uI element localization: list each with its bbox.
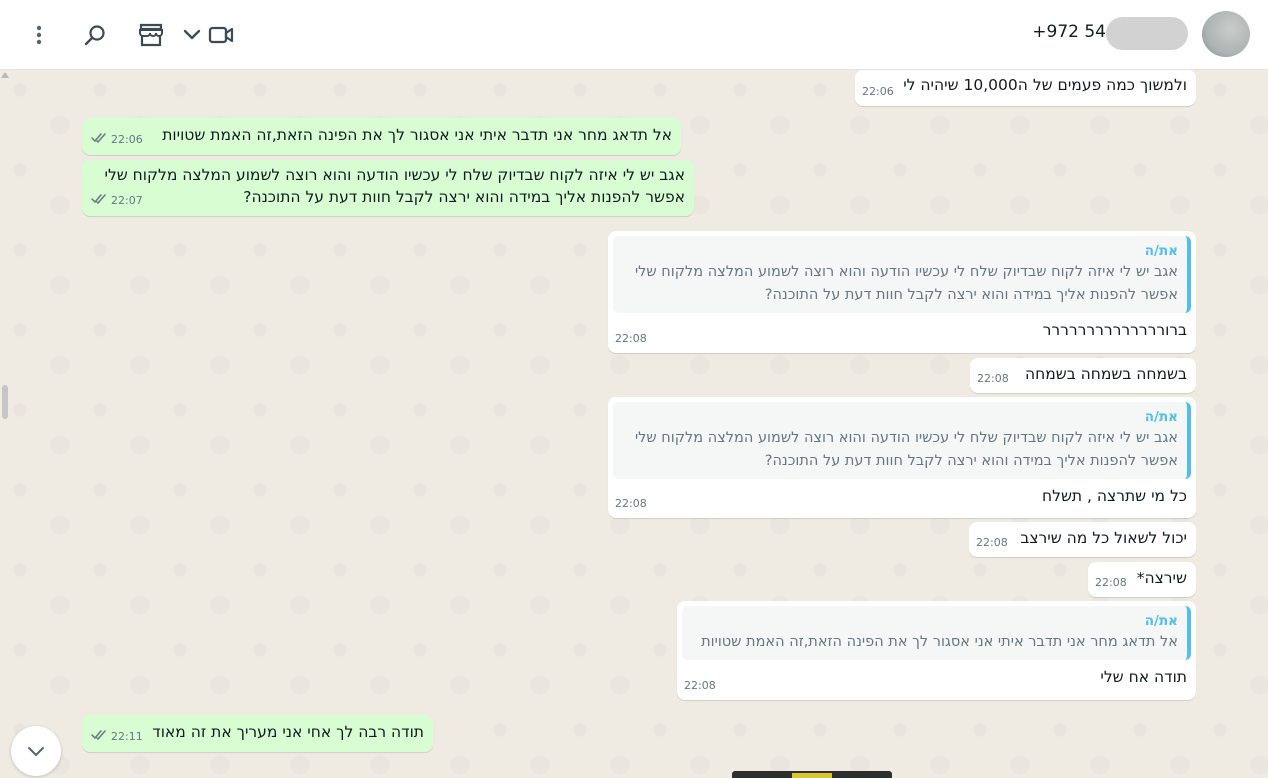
message-meta: 22:06	[862, 81, 894, 103]
redacted-name	[1106, 17, 1188, 50]
double-check-icon	[91, 726, 108, 748]
message-incoming[interactable]: ולמשוך כמה פעמים של ה10,000 שיהיה לי 22:…	[855, 70, 1196, 106]
chevron-down-icon	[28, 746, 44, 756]
message-time: 22:06	[862, 85, 894, 98]
video-call-icon[interactable]	[203, 17, 239, 53]
chat-messages-area[interactable]: ולמשוך כמה פעמים של ה10,000 שיהיה לי 22:…	[0, 70, 1268, 778]
message-time: 22:08	[976, 536, 1008, 549]
message-time: 22:08	[977, 372, 1009, 385]
quote-author: את/ה	[1144, 613, 1178, 629]
quoted-message[interactable]: את/ה אל תדאג מחר אני תדבר איתי אני אסגור…	[682, 606, 1191, 660]
chat-header: +972 54	[0, 0, 1268, 70]
message-incoming[interactable]: בשמחה בשמחה בשמחה 22:08	[970, 358, 1196, 393]
message-time: 22:08	[615, 332, 647, 345]
scroll-down-button[interactable]	[11, 726, 61, 776]
message-meta: 22:08	[976, 532, 1008, 554]
message-time: 22:08	[615, 497, 647, 510]
quoted-message[interactable]: את/ה אגב יש לי איזה לקוח שבדיוק שלח לי ע…	[613, 236, 1191, 313]
message-text: אגב יש לי איזה לקוח שבדיוק שלח לי עכשיו …	[99, 166, 685, 206]
message-time: 22:08	[1095, 576, 1127, 589]
quote-text: אגב יש לי איזה לקוח שבדיוק שלח לי עכשיו …	[634, 430, 1178, 469]
message-time: 22:08	[684, 679, 716, 692]
double-check-icon	[91, 129, 108, 151]
message-meta: 22:06	[91, 129, 143, 151]
scroll-up-arrow-icon[interactable]	[1, 72, 9, 78]
message-meta: 22:07	[91, 190, 143, 212]
quoted-message[interactable]: את/ה אגב יש לי איזה לקוח שבדיוק שלח לי ע…	[613, 402, 1191, 479]
message-incoming[interactable]: שירצה* 22:08	[1088, 562, 1196, 597]
search-icon[interactable]	[77, 17, 113, 53]
avatar[interactable]	[1202, 11, 1250, 57]
menu-icon[interactable]	[21, 17, 57, 53]
catalog-icon[interactable]	[133, 17, 169, 53]
quote-text: אל תדאג מחר אני תדבר איתי אני אסגור לך א…	[701, 634, 1178, 650]
message-incoming-reply[interactable]: את/ה אל תדאג מחר אני תדבר איתי אני אסגור…	[677, 601, 1196, 700]
double-check-icon	[91, 190, 108, 212]
quote-author: את/ה	[1144, 409, 1178, 425]
message-time: 22:06	[111, 133, 143, 146]
contact-name[interactable]: +972 54	[1032, 22, 1106, 42]
message-meta: 22:11	[91, 726, 143, 748]
message-incoming-reply[interactable]: את/ה אגב יש לי איזה לקוח שבדיוק שלח לי ע…	[608, 397, 1196, 518]
message-text: ברורררררררררררררר	[1042, 321, 1187, 339]
quote-text: אגב יש לי איזה לקוח שבדיוק שלח לי עכשיו …	[634, 264, 1178, 303]
quote-author: את/ה	[1144, 243, 1178, 259]
message-text: כל מי שתרצה , תשלח	[1042, 487, 1187, 505]
message-meta: 22:08	[684, 675, 716, 697]
scrollbar-thumb[interactable]	[2, 385, 8, 419]
message-meta: 22:08	[615, 493, 647, 515]
media-message-preview[interactable]	[732, 771, 892, 778]
message-incoming-reply[interactable]: את/ה אגב יש לי איזה לקוח שבדיוק שלח לי ע…	[608, 231, 1196, 353]
message-outgoing[interactable]: אגב יש לי איזה לקוח שבדיוק שלח לי עכשיו …	[82, 160, 694, 216]
message-time: 22:07	[111, 194, 143, 207]
message-text: תודה אח שלי	[1100, 668, 1187, 686]
message-meta: 22:08	[977, 368, 1009, 390]
message-meta: 22:08	[615, 328, 647, 350]
message-text: ולמשוך כמה פעמים של ה10,000 שיהיה לי	[903, 76, 1187, 94]
message-incoming[interactable]: יכול לשאול כל מה שירצב 22:08	[969, 522, 1196, 557]
message-meta: 22:08	[1095, 572, 1127, 594]
message-text: אל תדאג מחר אני תדבר איתי אני אסגור לך א…	[162, 126, 672, 144]
message-outgoing[interactable]: אל תדאג מחר אני תדבר איתי אני אסגור לך א…	[82, 118, 681, 155]
message-time: 22:11	[111, 730, 143, 743]
message-outgoing[interactable]: תודה רבה לך אחי אני מעריך את זה מאוד 22:…	[82, 715, 433, 752]
